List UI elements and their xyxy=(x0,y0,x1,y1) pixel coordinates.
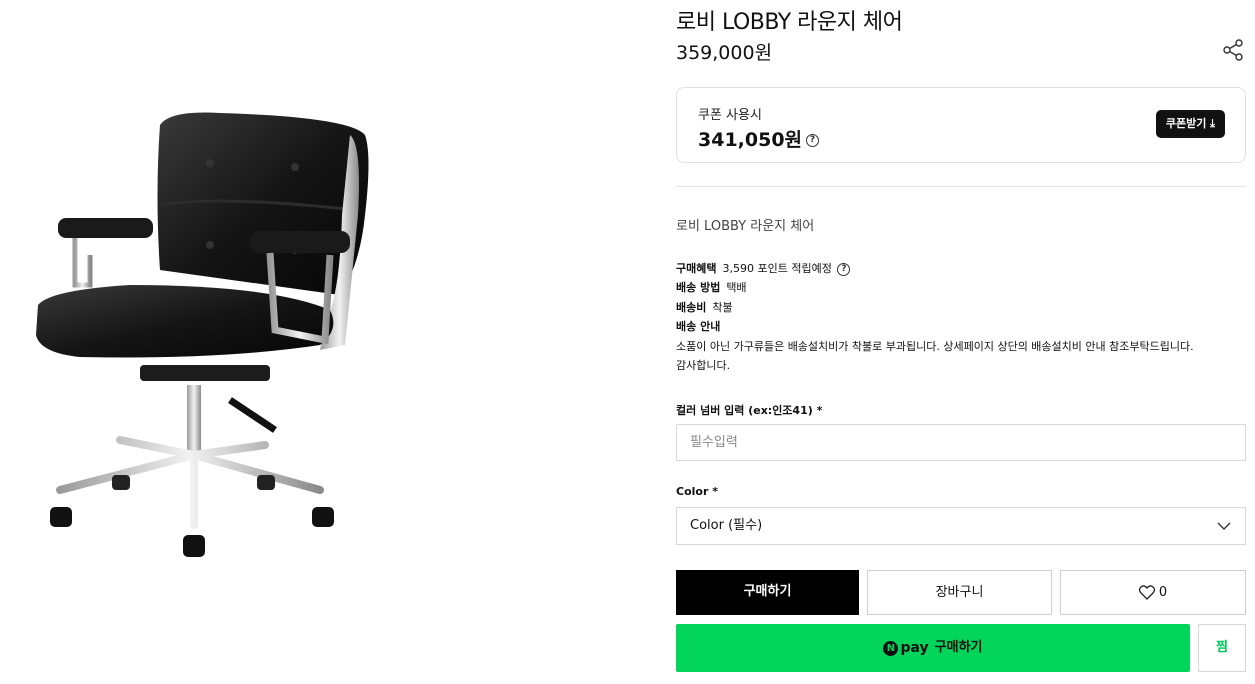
purchase-info: 구매혜택 3,590 포인트 적립예정 ? 배송 방법 택배 배송비 착불 배송 안내… xyxy=(676,259,1248,375)
divider xyxy=(676,186,1246,187)
chevron-down-icon xyxy=(1217,522,1231,530)
product-title: 로비 LOBBY 라운지 체어 xyxy=(676,10,903,35)
product-price: 359,000원 xyxy=(676,42,773,64)
shipping-fee-key: 배송비 xyxy=(676,300,707,314)
shipping-method-row: 배송 방법 택배 xyxy=(676,278,1248,297)
question-circle-icon[interactable]: ? xyxy=(837,262,851,276)
npay-label: pay xyxy=(900,640,929,656)
color-label: Color * xyxy=(676,485,718,498)
shipping-fee-row: 배송비 착불 xyxy=(676,298,1248,317)
coupon-price-row: 341,050원? xyxy=(698,125,820,152)
like-button[interactable]: 0 xyxy=(1060,570,1246,615)
zzim-button[interactable]: 찜 xyxy=(1198,624,1246,672)
benefit-value: 3,590 포인트 적립예정 xyxy=(722,262,832,275)
color-number-input[interactable] xyxy=(676,424,1246,461)
product-subtitle: 로비 LOBBY 라운지 체어 xyxy=(676,219,815,234)
benefit-key: 구매혜택 xyxy=(676,262,717,275)
product-detail-panel: 로비 LOBBY 라운지 체어 359,000원 쿠폰 사용시 341,050원… xyxy=(676,0,1246,684)
product-image xyxy=(36,112,369,557)
product-image-area xyxy=(0,0,640,684)
shipping-guide-key: 배송 안내 xyxy=(676,320,721,334)
get-coupon-button[interactable]: 쿠폰받기 ⤓ xyxy=(1155,110,1225,138)
shipping-fee-value: 착불 xyxy=(712,300,733,314)
shipping-guide-text: 소품이 아닌 가구류들은 배송설치비가 착불로 부과됩니다. 상세페이지 상단의… xyxy=(676,339,1194,373)
like-count: 0 xyxy=(1158,585,1168,600)
shipping-guide-row: 배송 안내 xyxy=(676,317,1248,336)
benefit-row: 구매혜택 3,590 포인트 적립예정 ? xyxy=(676,259,1248,278)
buy-button[interactable]: 구매하기 xyxy=(676,570,859,615)
share-icon[interactable] xyxy=(1221,38,1245,62)
coupon-box: 쿠폰 사용시 341,050원? 쿠폰받기 ⤓ xyxy=(676,87,1246,163)
color-number-label: 컬러 넘버 입력 (ex:인조41) * xyxy=(676,404,823,417)
question-circle-icon[interactable]: ? xyxy=(806,134,820,147)
shipping-method-value: 택배 xyxy=(726,281,747,295)
heart-icon xyxy=(1138,585,1156,600)
color-select-value: Color (필수) xyxy=(690,518,763,533)
naver-pay-buy-button[interactable]: Npay 구매하기 xyxy=(676,624,1190,672)
coupon-price: 341,050원 xyxy=(698,129,803,151)
coupon-label: 쿠폰 사용시 xyxy=(698,108,762,123)
shipping-method-key: 배송 방법 xyxy=(676,281,721,295)
npay-buy-label: 구매하기 xyxy=(934,640,983,655)
naver-n-icon: N xyxy=(883,640,899,656)
color-select[interactable]: Color (필수) xyxy=(676,507,1246,545)
cart-button[interactable]: 장바구니 xyxy=(867,570,1052,615)
